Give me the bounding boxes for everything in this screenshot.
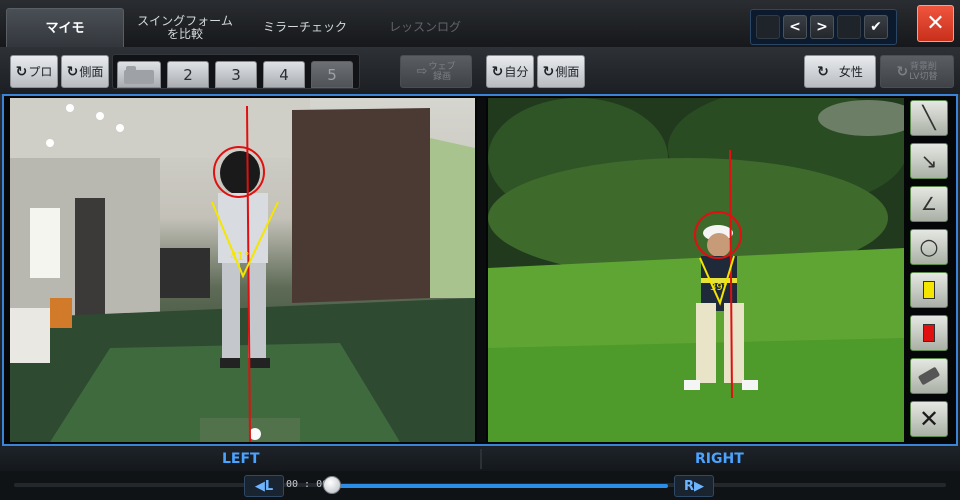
red-pen-tool[interactable]: [910, 315, 948, 351]
nav-button-group: < > ✔: [750, 9, 897, 45]
angle-icon: ∠: [920, 193, 938, 215]
slot-4[interactable]: 4: [263, 61, 305, 88]
prev-button[interactable]: <: [783, 15, 807, 39]
side-view-button-right[interactable]: ↻ 側面: [537, 55, 585, 88]
circle-tool[interactable]: ○: [910, 229, 948, 265]
eraser-tool[interactable]: [910, 358, 948, 394]
button-label: ウェブ 録画: [428, 61, 456, 82]
slot-5[interactable]: 5: [311, 61, 353, 88]
right-label: RIGHT: [695, 451, 744, 467]
tab-mirror-check[interactable]: ミラーチェック: [246, 8, 364, 47]
timeline-bar: ◀L 00 : 00 R▶: [0, 471, 960, 500]
tab-mymo[interactable]: マイモ: [6, 8, 124, 47]
clear-icon: ✕: [918, 405, 940, 433]
red-pen-icon: [923, 324, 935, 342]
eraser-icon: [917, 366, 941, 386]
female-button[interactable]: ↻ 女性: [804, 55, 876, 88]
video-divider: [477, 98, 486, 442]
left-right-label-bar: LEFT RIGHT: [0, 447, 960, 471]
slot-folder[interactable]: [117, 61, 161, 88]
button-label: 背景削 LV切替: [909, 61, 938, 82]
self-button[interactable]: ↻ 自分: [486, 55, 534, 88]
drawing-tools: ╲ ↘ ∠ ○ ✕: [910, 100, 952, 444]
right-video-panel[interactable]: 39°: [488, 98, 904, 442]
tab-label: スイングフォーム を比較: [137, 13, 233, 41]
button-label: 側面: [79, 65, 104, 79]
tab-label: レッスンログ: [388, 20, 461, 34]
slot-2[interactable]: 2: [167, 61, 209, 88]
close-button[interactable]: ✕: [917, 5, 954, 42]
tab-lesson-log[interactable]: レッスンログ: [366, 8, 484, 47]
button-label: 女性: [838, 65, 863, 79]
seek-knob[interactable]: [323, 476, 341, 494]
button-label: プロ: [28, 65, 53, 79]
rotate-icon: ↻: [817, 63, 829, 80]
yellow-pen-icon: [923, 281, 935, 299]
arrow-icon: ↘: [920, 149, 938, 173]
nav-blank-button-2[interactable]: [837, 15, 861, 39]
left-select-button[interactable]: ◀L: [244, 475, 284, 497]
button-label: 自分: [504, 65, 529, 79]
left-video-scene: 41°: [10, 98, 475, 442]
pro-button[interactable]: ↻ プロ: [10, 55, 58, 88]
rotate-icon: ↻: [896, 63, 909, 80]
line-tool[interactable]: ╲: [910, 100, 948, 136]
web-icon: ⇨: [416, 63, 428, 79]
rotate-icon: ↻: [66, 63, 79, 80]
arrow-tool[interactable]: ↘: [910, 143, 948, 179]
left-label: LEFT: [222, 451, 260, 467]
label-divider: [480, 449, 482, 469]
line-icon: ╲: [922, 105, 936, 131]
side-view-button-left[interactable]: ↻ 側面: [61, 55, 109, 88]
top-tab-bar: マイモ スイングフォーム を比較 ミラーチェック レッスンログ < > ✔ ✕: [0, 0, 960, 47]
rotate-icon: ↻: [491, 63, 504, 80]
right-video-scene: 39°: [488, 98, 904, 442]
seek-bar[interactable]: [330, 484, 668, 488]
button-label: 側面: [555, 65, 580, 79]
next-button[interactable]: >: [810, 15, 834, 39]
confirm-check-button[interactable]: ✔: [864, 15, 888, 39]
rotate-icon: ↻: [15, 63, 28, 80]
clear-tool[interactable]: ✕: [910, 401, 948, 437]
background-toggle-button[interactable]: ↻ 背景削 LV切替: [880, 55, 954, 88]
tab-compare-swing[interactable]: スイングフォーム を比較: [126, 8, 244, 47]
toolbar: ↻ プロ ↻ 側面 2 3 4 5 ⇨ ウェブ 録画 ↻ 自分 ↻ 側面 ↻ 女性 ↻ 背…: [0, 47, 960, 94]
tab-label: ミラーチェック: [262, 20, 347, 34]
left-angle-label: 41°: [230, 250, 250, 263]
timecode: 00 : 00: [286, 479, 329, 490]
left-video-panel[interactable]: 41°: [10, 98, 475, 442]
angle-tool[interactable]: ∠: [910, 186, 948, 222]
video-slot-bar: 2 3 4 5: [112, 54, 360, 89]
tab-label: マイモ: [45, 20, 85, 36]
folder-icon: [124, 65, 154, 84]
circle-icon: ○: [919, 234, 939, 260]
right-select-button[interactable]: R▶: [674, 475, 714, 497]
rotate-icon: ↻: [542, 63, 555, 80]
nav-blank-button[interactable]: [756, 15, 780, 39]
slot-3[interactable]: 3: [215, 61, 257, 88]
golf-swing-app: マイモ スイングフォーム を比較 ミラーチェック レッスンログ < > ✔ ✕ …: [0, 0, 960, 500]
web-record-button[interactable]: ⇨ ウェブ 録画: [400, 55, 472, 88]
video-stage: 41° 39° ╲ ↘ ∠ ○ ✕: [2, 94, 958, 446]
right-angle-label: 39°: [710, 282, 728, 293]
yellow-pen-tool[interactable]: [910, 272, 948, 308]
